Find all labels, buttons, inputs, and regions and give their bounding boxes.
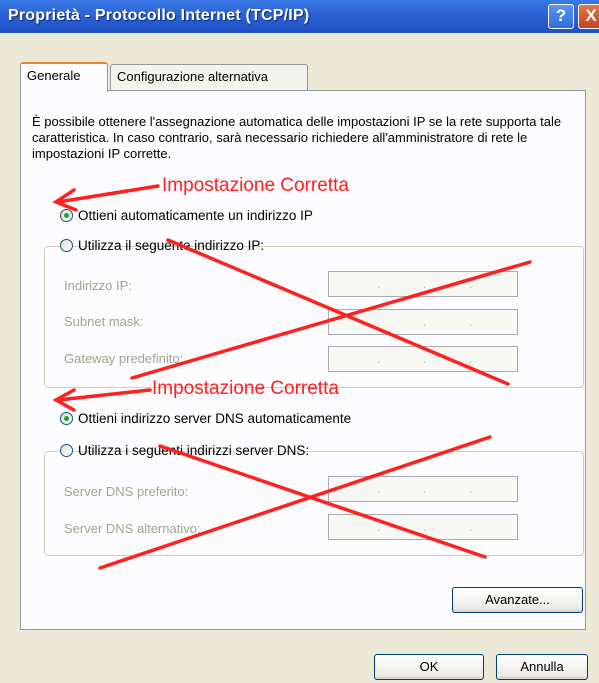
radio-manual-ip-label: Utilizza il seguente indirizzo IP:: [78, 238, 265, 253]
ip-annotation-text: Impostazione Corretta: [162, 175, 349, 196]
radio-button[interactable]: [60, 412, 73, 425]
radio-auto-dns[interactable]: Ottieni indirizzo server DNS automaticam…: [60, 410, 351, 428]
cancel-button[interactable]: Annulla: [496, 654, 588, 680]
radio-button[interactable]: [60, 444, 73, 457]
dns-groupbox: [44, 451, 584, 556]
title-bar: Proprietà - Protocollo Internet (TCP/IP)…: [0, 0, 599, 33]
ok-button[interactable]: OK: [374, 654, 484, 680]
preferred-dns-input[interactable]: ...: [328, 476, 518, 502]
help-button[interactable]: ?: [548, 4, 574, 29]
radio-auto-ip-label: Ottieni automaticamente un indirizzo IP: [78, 208, 313, 223]
tab-configurazione-alternativa[interactable]: Configurazione alternativa: [110, 64, 308, 90]
subnet-mask-input[interactable]: ...: [328, 309, 518, 335]
alternate-dns-input[interactable]: ...: [328, 514, 518, 540]
ip-address-input[interactable]: ...: [328, 271, 518, 297]
radio-manual-dns[interactable]: Utilizza i seguenti indirizzi server DNS…: [60, 442, 309, 460]
window-title: Proprietà - Protocollo Internet (TCP/IP): [8, 7, 310, 24]
radio-auto-dns-label: Ottieni indirizzo server DNS automaticam…: [78, 411, 352, 426]
radio-button[interactable]: [60, 239, 73, 252]
close-button[interactable]: X: [578, 4, 599, 29]
radio-manual-dns-label: Utilizza i seguenti indirizzi server DNS…: [78, 443, 310, 458]
tab-generale[interactable]: Generale: [20, 62, 108, 92]
advanced-button[interactable]: Avanzate...: [452, 587, 583, 613]
gateway-label: Gateway predefinito:: [64, 351, 184, 366]
radio-auto-ip[interactable]: Ottieni automaticamente un indirizzo IP: [60, 207, 313, 225]
preferred-dns-label: Server DNS preferito:: [64, 484, 189, 499]
dns-annotation-text: Impostazione Corretta: [152, 378, 339, 399]
ip-address-label: Indirizzo IP:: [64, 278, 132, 293]
description-text: È possibile ottenere l'assegnazione auto…: [32, 114, 562, 161]
subnet-mask-label: Subnet mask:: [64, 314, 144, 329]
gateway-input[interactable]: ...: [328, 346, 518, 372]
radio-manual-ip[interactable]: Utilizza il seguente indirizzo IP:: [60, 237, 264, 255]
radio-button[interactable]: [60, 209, 73, 222]
alternate-dns-label: Server DNS alternativo:: [64, 521, 201, 536]
